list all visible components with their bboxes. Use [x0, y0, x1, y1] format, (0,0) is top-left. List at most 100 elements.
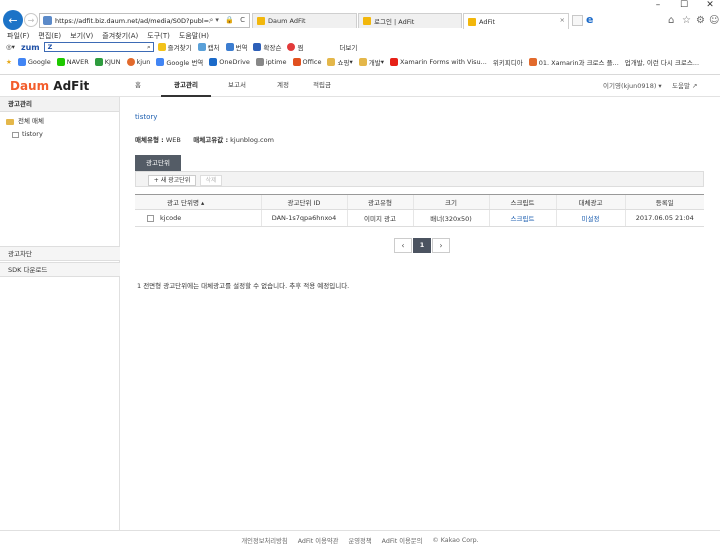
tab-ad-units[interactable]: 광고단위 — [135, 155, 181, 171]
fav-xamarin[interactable]: Xamarin Forms with Visu... — [389, 57, 487, 66]
menu-file[interactable]: 파일(F) — [7, 31, 29, 41]
main-content: tistory 매체유형 : WEB 매체고유값 : kjunblog.com … — [120, 97, 720, 530]
new-ad-unit-button[interactable]: + 새 광고단위 — [148, 175, 196, 186]
nav-ad-management[interactable]: 광고관리 — [161, 75, 211, 97]
sidebar-ad-block[interactable]: 광고차단 — [0, 246, 120, 261]
nav-points[interactable]: 적립금 — [301, 75, 343, 97]
help-link[interactable]: 도움말 ↗ — [672, 80, 697, 90]
fav-label: Google 번역 — [166, 58, 204, 67]
fav-onedrive[interactable]: OneDrive — [209, 57, 250, 66]
smiley-icon[interactable]: ☺ — [709, 15, 719, 26]
toolbar-extend[interactable]: 확장슨 — [253, 42, 281, 52]
minimize-button[interactable]: – — [650, 0, 666, 12]
footer-privacy-link[interactable]: 개인정보처리방침 — [241, 536, 287, 545]
forward-button[interactable]: → — [24, 13, 38, 27]
fav-naver[interactable]: NAVER — [56, 57, 89, 66]
media-type-value: WEB — [165, 136, 181, 144]
tab-favicon — [468, 17, 476, 26]
tab-adfit[interactable]: AdFit × — [463, 13, 569, 29]
home-icon[interactable]: ⌂ — [668, 15, 674, 26]
close-window-button[interactable]: ✕ — [702, 0, 718, 12]
fav-label: 업개발, 이런 다시 크로스... — [624, 58, 700, 67]
script-link[interactable]: 스크립트 — [511, 215, 535, 223]
toolbar-favorites[interactable]: 즐겨찾기 — [157, 42, 192, 52]
settings-gear-icon[interactable]: ⚙ — [696, 15, 705, 26]
fav-google[interactable]: Google — [17, 57, 51, 66]
nav-account[interactable]: 계정 — [266, 75, 300, 97]
col-size: 크기 — [412, 194, 489, 210]
menu-bar: 파일(F) 편집(E) 보기(V) 즐겨찾기(A) 도구(T) 도움말(H) — [0, 30, 720, 41]
adfit-logo[interactable]: Daum AdFit — [10, 79, 89, 93]
zum-search-input[interactable]: Z ⌕ — [43, 42, 154, 52]
row-checkbox[interactable] — [147, 214, 154, 222]
search-icon[interactable]: ⌕ — [147, 43, 151, 52]
user-menu[interactable]: 이기영(kjun0918) ▾ — [603, 80, 662, 90]
tab-close-icon[interactable]: × — [560, 16, 565, 24]
toolbar-capture[interactable]: 캡처 — [197, 42, 220, 52]
delete-button[interactable]: 삭제 — [200, 175, 222, 186]
next-page-button[interactable]: › — [432, 238, 450, 253]
nav-home[interactable]: 홈 — [126, 75, 150, 97]
fav-xamarin-cross[interactable]: 01. Xamarin과 크로스 플... — [528, 57, 619, 67]
favorites-star-icon[interactable]: ☆ — [682, 15, 691, 26]
fav-google-translate[interactable]: Google 번역 — [156, 57, 203, 67]
toolbar-bookmark[interactable]: 찜 — [287, 42, 303, 52]
fav-folder-shopping[interactable]: 쇼핑 ▾ — [327, 57, 353, 67]
zum-search-value: Z — [47, 43, 53, 51]
tab-daum-adfit[interactable]: Daum AdFit — [252, 13, 357, 28]
fav-label: NAVER — [66, 57, 89, 66]
col-fallback-ad: 대체광고 — [555, 194, 625, 210]
sidebar-sdk-download[interactable]: SDK 다운로드 — [0, 262, 120, 277]
tree-label: 전체 매체 — [18, 117, 44, 125]
fav-iptime[interactable]: iptime — [255, 57, 287, 66]
toolbar-item-label: 더보기 — [339, 44, 358, 52]
fav-folder-dev[interactable]: 개발 ▾ — [358, 57, 384, 67]
favorites-add-icon[interactable]: ★ — [6, 58, 12, 66]
toolbar-translate[interactable]: 번역 — [225, 42, 247, 52]
menu-help[interactable]: 도움말(H) — [179, 31, 209, 41]
page-number[interactable]: 1 — [413, 238, 431, 253]
address-bar[interactable]: https://adfit.biz.daum.net/ad/media/S0D?… — [39, 13, 250, 28]
fav-label: iptime — [265, 57, 287, 66]
cell-size: 배너(320x50) — [412, 209, 489, 227]
ie-icon[interactable]: ◎▾ — [6, 43, 15, 51]
footer-inquiry-link[interactable]: AdFit 이용문의 — [382, 536, 423, 545]
col-ad-type: 광고유형 — [346, 194, 413, 210]
menu-edit[interactable]: 편집(E) — [38, 31, 61, 41]
tree-all-media[interactable]: 전체 매체 — [0, 115, 119, 128]
fav-label: Xamarin Forms with Visu... — [399, 57, 487, 66]
back-button[interactable]: ← — [3, 10, 23, 30]
prev-page-button[interactable]: ‹ — [394, 238, 412, 253]
toolbar-item-label: 캡처 — [207, 44, 220, 52]
fav-label: 01. Xamarin과 크로스 플... — [538, 58, 619, 67]
fav-dev-cross[interactable]: 업개발, 이런 다시 크로스... — [625, 57, 699, 67]
menu-tools[interactable]: 도구(T) — [147, 31, 170, 41]
new-tab-button[interactable] — [572, 15, 583, 26]
ad-unit-table: 광고 단위명 ▴ 광고단위 ID 광고유형 크기 스크립트 대체광고 등록일 k… — [135, 194, 704, 227]
tab-login-adfit[interactable]: 로그인 | AdFit — [358, 13, 462, 28]
zum-logo: zum — [20, 42, 40, 52]
footer-policy-link[interactable]: 운영정책 — [348, 536, 371, 545]
fav-wiki[interactable]: 위키피디아 — [493, 57, 523, 67]
edge-icon[interactable]: e — [586, 14, 598, 26]
col-unit-name[interactable]: 광고 단위명 ▴ — [135, 194, 261, 210]
folder-icon — [6, 118, 14, 125]
nav-reports[interactable]: 보고서 — [217, 75, 257, 97]
footer-terms-link[interactable]: AdFit 이용약관 — [298, 536, 339, 545]
menu-view[interactable]: 보기(V) — [70, 31, 93, 41]
toolbar-more[interactable]: 더보기 — [339, 42, 357, 52]
tree-tistory[interactable]: tistory — [0, 128, 119, 141]
address-actions[interactable]: ⌕▾ 🔒 C — [209, 16, 247, 25]
menu-favorites[interactable]: 즐겨찾기(A) — [102, 31, 138, 41]
page-icon — [12, 131, 19, 138]
fallback-link[interactable]: 미설정 — [582, 215, 600, 223]
fav-kjun-blog[interactable]: kjun — [126, 57, 151, 66]
fav-label: kjun — [136, 57, 151, 66]
fav-kjun[interactable]: KJUN — [94, 57, 121, 66]
fav-office[interactable]: Office — [292, 57, 321, 66]
media-value: kjunblog.com — [230, 136, 274, 144]
cell-ad-type: 이미지 광고 — [346, 209, 413, 227]
maximize-button[interactable]: ☐ — [676, 0, 692, 12]
tab-favicon — [363, 17, 371, 25]
unit-name: kjcode — [160, 214, 182, 222]
